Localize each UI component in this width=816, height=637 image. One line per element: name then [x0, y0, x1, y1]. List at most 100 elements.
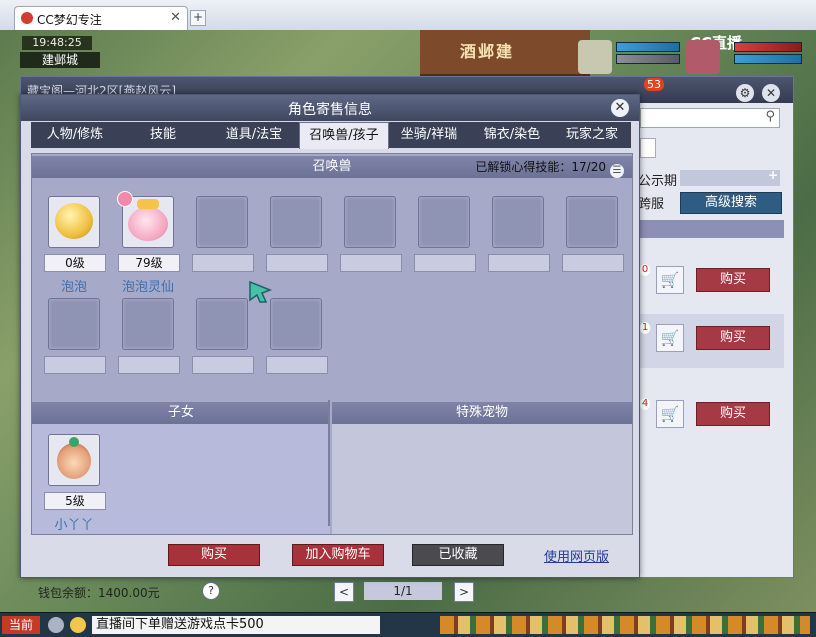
dialog-close-icon[interactable]: ✕ [611, 99, 629, 117]
pet-level-empty [192, 356, 254, 374]
row-buy-button[interactable]: 购买 [696, 268, 770, 292]
pet-slot[interactable] [196, 196, 248, 248]
cc-favicon-icon [21, 12, 33, 24]
show-period-select[interactable]: + [680, 168, 780, 186]
pet-level-empty [266, 254, 328, 272]
location-name: 建邺城 [20, 52, 100, 68]
settings-icon[interactable]: ⚙ [736, 84, 754, 102]
bubble-fairy-portrait [128, 207, 168, 241]
new-tab-button[interactable]: + [190, 10, 206, 26]
crown-icon [137, 199, 159, 209]
pet-slot[interactable] [117, 191, 174, 248]
player-hp-bar [734, 42, 802, 52]
page-indicator: 1/1 [364, 582, 442, 600]
tab-summons[interactable]: 召唤兽/孩子 [299, 122, 389, 149]
buy-button[interactable]: 购买 [168, 544, 260, 566]
pet-slot[interactable] [418, 196, 470, 248]
message-count-badge: 53 [644, 78, 664, 91]
pet-level-empty [340, 254, 402, 272]
row-buy-button[interactable]: 购买 [696, 402, 770, 426]
help-icon[interactable]: ? [202, 582, 220, 600]
summon-section-header: 召唤兽 已解锁心得技能：17/20 ☰ [32, 156, 632, 178]
character-info-dialog: 角色寄售信息 ✕ 人物/修炼 技能 道具/法宝 召唤兽/孩子 坐骑/祥瑞 锦衣/… [20, 94, 640, 578]
pet-slot[interactable] [270, 298, 322, 350]
cart-icon[interactable]: 🛒 [656, 400, 684, 428]
pet-slot[interactable] [270, 196, 322, 248]
live-marquee: 直播间下单赠送游戏点卡500 [92, 616, 380, 634]
player-avatar[interactable] [686, 40, 720, 74]
filter-input[interactable] [640, 138, 656, 158]
chat-emoji-icon[interactable] [70, 617, 86, 633]
plus-icon[interactable]: + [768, 168, 778, 182]
wallet-balance: 钱包余额：1400.00元 [38, 586, 160, 600]
pet-level: 0级 [44, 254, 106, 272]
tab-close-icon[interactable]: ✕ [170, 10, 181, 25]
child-slot[interactable] [48, 434, 100, 486]
pet-level: 79级 [118, 254, 180, 272]
special-pets-section-header: 特殊宠物 [332, 402, 632, 424]
result-row: 0 🛒 购买 [640, 256, 784, 310]
browser-tab[interactable]: CC梦幻专注 ✕ [14, 6, 188, 31]
search-icon[interactable]: ⚲ [765, 109, 775, 124]
pet-slot[interactable] [566, 196, 618, 248]
pet-slot[interactable] [48, 298, 100, 350]
pet-name[interactable]: 泡泡灵仙 [108, 276, 188, 295]
child-portrait [57, 443, 91, 479]
children-section-header: 子女 [32, 402, 330, 424]
advanced-search-button[interactable]: 高级搜索 [680, 192, 782, 214]
tab-player-home[interactable]: 玩家之家 [553, 122, 631, 148]
game-clock: 19:48:25 [22, 36, 92, 50]
pet-hp-bar [616, 42, 680, 52]
add-to-cart-button[interactable]: 加入购物车 [292, 544, 384, 566]
unlock-value: 17/20 [571, 160, 606, 174]
pet-slot[interactable] [344, 196, 396, 248]
result-row: 1 🛒 购买 [640, 314, 784, 368]
row-index-badge: 1 [640, 322, 650, 334]
pet-level-empty [414, 254, 476, 272]
prev-page-button[interactable]: < [334, 582, 354, 602]
roof-sign: 酒邺建 [460, 42, 515, 61]
dialog-titlebar: 角色寄售信息 ✕ [21, 95, 639, 121]
section-divider [328, 400, 330, 526]
cross-server-label: 跨服 [638, 197, 665, 212]
game-taskbar: 当前 直播间下单赠送游戏点卡500 [0, 612, 816, 637]
summon-content-panel: 召唤兽 已解锁心得技能：17/20 ☰ 0级 79级 泡泡 泡泡灵仙 子女 特殊… [31, 153, 633, 535]
search-input[interactable]: ⚲ [640, 108, 780, 128]
browser-tab-bar: CC梦幻专注 ✕ + [0, 0, 816, 31]
favorited-button[interactable]: 已收藏 [412, 544, 504, 566]
pet-level-empty [266, 356, 328, 374]
pet-name[interactable]: 泡泡 [34, 276, 114, 295]
microphone-icon[interactable] [48, 617, 64, 633]
game-cursor-icon [249, 280, 273, 303]
tab-character[interactable]: 人物/修炼 [31, 122, 119, 148]
back-window-close-icon[interactable]: ✕ [762, 84, 780, 102]
shortcut-icons-strip[interactable] [440, 616, 810, 634]
unlock-skills-info: 已解锁心得技能：17/20 ☰ [475, 156, 624, 178]
pet-level-empty [118, 356, 180, 374]
dialog-title: 角色寄售信息 [288, 102, 372, 118]
tab-items[interactable]: 道具/法宝 [207, 122, 301, 148]
row-buy-button[interactable]: 购买 [696, 326, 770, 350]
web-version-link[interactable]: 使用网页版 [544, 546, 609, 565]
pet-slot[interactable] [122, 298, 174, 350]
pet-slot[interactable] [48, 196, 100, 248]
dialog-tabs: 人物/修炼 技能 道具/法宝 召唤兽/孩子 坐骑/祥瑞 锦衣/染色 玩家之家 [31, 122, 631, 149]
browser-tab-title: CC梦幻专注 [37, 13, 102, 27]
tab-skills[interactable]: 技能 [123, 122, 203, 148]
result-row: 4 🛒 购买 [640, 390, 784, 444]
child-name[interactable]: 小丫丫 [34, 514, 114, 533]
show-period-label: 公示期 [638, 174, 678, 189]
row-index-badge: 4 [640, 398, 650, 410]
cart-icon[interactable]: 🛒 [656, 324, 684, 352]
pet-avatar[interactable] [578, 40, 612, 74]
player-mp-bar [734, 54, 802, 64]
next-page-button[interactable]: > [454, 582, 474, 602]
pet-slot[interactable] [196, 298, 248, 350]
list-icon[interactable]: ☰ [610, 164, 624, 178]
cart-icon[interactable]: 🛒 [656, 266, 684, 294]
channel-current-button[interactable]: 当前 [2, 616, 40, 634]
pet-slot[interactable] [492, 196, 544, 248]
tab-outfits[interactable]: 锦衣/染色 [471, 122, 553, 148]
tab-mounts[interactable]: 坐骑/祥瑞 [387, 122, 471, 148]
pet-level-empty [562, 254, 624, 272]
